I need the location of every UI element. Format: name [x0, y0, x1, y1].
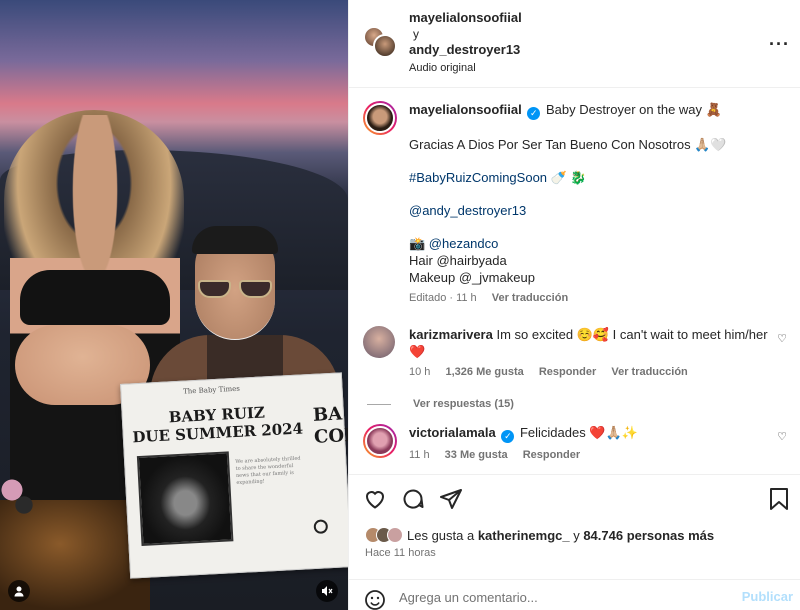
avatar[interactable] — [363, 101, 397, 135]
add-comment-bar: Publicar — [349, 579, 800, 610]
author1-username[interactable]: mayelialonsoofiial — [409, 10, 522, 26]
audio-label[interactable]: Audio original — [409, 60, 522, 76]
avatar — [387, 527, 403, 543]
comment-username[interactable]: victorialamala — [409, 425, 496, 440]
post-time: Hace 11 horas — [365, 547, 436, 559]
emoji-button[interactable] — [363, 588, 387, 610]
comment-likes[interactable]: 33 Me gusta — [445, 449, 508, 461]
newspaper-body-text: We are absolutely thrilled to share the … — [235, 455, 301, 486]
hashtag-link[interactable]: #BabyRuizComingSoon 🍼 🐉 — [409, 169, 787, 186]
post-photo[interactable]: The Baby Times BABY RUIZ DUE SUMMER 2024… — [0, 0, 348, 610]
comment-time: 10 h — [409, 366, 431, 378]
comment-likes[interactable]: 1,326 Me gusta — [445, 366, 523, 378]
paper-plane-icon — [440, 489, 462, 509]
save-button[interactable] — [767, 487, 791, 511]
translate-link[interactable]: Ver traducción — [611, 366, 687, 378]
mute-button[interactable] — [316, 580, 338, 602]
caption: mayelialonsoofiial ✓ Baby Destroyer on t… — [363, 101, 787, 304]
sunglasses — [198, 280, 272, 298]
speaker-muted-icon — [322, 586, 333, 596]
newspaper-headline: BABY RUIZ DUE SUMMER 2024 — [132, 403, 304, 447]
likes-middle: y — [569, 527, 584, 543]
verified-icon: ✓ — [501, 430, 515, 443]
comment-input[interactable] — [399, 588, 719, 606]
publish-button[interactable]: Publicar — [742, 589, 793, 604]
liker-username[interactable]: katherinemgc_ — [478, 528, 570, 543]
caption-line: Hair @hairbyada — [409, 253, 507, 268]
comment-bubble-icon — [403, 489, 424, 509]
more-dots-icon[interactable]: ··· — [769, 34, 790, 55]
author-avatars[interactable] — [363, 26, 397, 60]
comment: karizmarivera Im so excited ☺️🥰 I can't … — [363, 326, 787, 378]
author-connector: y — [413, 27, 419, 41]
comment: victorialamala ✓ Felicidades ❤️🙏🏼✨ 11 h … — [363, 424, 787, 464]
comment-text: Felicidades ❤️🙏🏼✨ — [519, 425, 638, 440]
pacifier-icon — [313, 519, 329, 534]
woman-top — [20, 270, 170, 325]
comment-username[interactable]: karizmarivera — [409, 327, 493, 342]
reply-button[interactable]: Responder — [523, 449, 580, 461]
comments-section: mayelialonsoofiial ✓ Baby Destroyer on t… — [349, 89, 800, 473]
view-replies-button[interactable]: Ver respuestas (15) — [363, 398, 787, 410]
post-header: mayelialonsoofiial y andy_destroyer13 Au… — [349, 0, 800, 88]
likes-prefix: Les gusta a — [407, 527, 478, 543]
mention-link[interactable]: @andy_destroyer13 — [409, 202, 787, 219]
mention-link[interactable]: 📸 @hezandco — [409, 235, 787, 252]
post-actions: Les gusta a katherinemgc_ y 84.746 perso… — [349, 474, 800, 610]
ultrasound-image — [136, 451, 234, 547]
smiley-icon — [365, 590, 385, 610]
user-tag-button[interactable] — [8, 580, 30, 602]
likes-summary[interactable]: Les gusta a katherinemgc_ y 84.746 perso… — [365, 527, 714, 543]
newspaper-headline-right: BA COI — [312, 403, 348, 448]
newspaper-masthead: The Baby Times — [182, 384, 241, 396]
avatar — [373, 34, 397, 58]
likes-count[interactable]: 84.746 personas más — [583, 528, 714, 543]
person-icon — [14, 586, 24, 597]
like-button[interactable] — [363, 487, 387, 511]
caption-line: Makeup @_jvmakeup — [409, 270, 535, 285]
avatar[interactable] — [363, 326, 395, 358]
newspaper: The Baby Times BABY RUIZ DUE SUMMER 2024… — [120, 372, 348, 579]
verified-icon: ✓ — [527, 107, 541, 120]
comment-time: 11 h — [409, 449, 430, 461]
bookmark-icon — [770, 488, 788, 510]
caption-line: Baby Destroyer on the way 🧸 — [545, 102, 722, 117]
author2-username[interactable]: andy_destroyer13 — [409, 42, 522, 58]
comment-like-icon[interactable]: ♡ — [777, 430, 787, 443]
edited-label: Editado · 11 h — [409, 292, 477, 304]
translate-link[interactable]: Ver traducción — [492, 292, 568, 304]
post-sidebar: mayelialonsoofiial y andy_destroyer13 Au… — [348, 0, 800, 610]
author-names: mayelialonsoofiial y andy_destroyer13 Au… — [409, 10, 522, 76]
caption-line: Gracias A Dios Por Ser Tan Bueno Con Nos… — [409, 137, 727, 152]
flowers — [0, 470, 40, 520]
comment-button[interactable] — [401, 487, 425, 511]
caption-username[interactable]: mayelialonsoofiial — [409, 102, 522, 117]
comment-like-icon[interactable]: ♡ — [777, 332, 787, 345]
avatar[interactable] — [363, 424, 397, 458]
heart-icon — [365, 491, 385, 509]
share-button[interactable] — [439, 487, 463, 511]
reply-button[interactable]: Responder — [539, 366, 596, 378]
